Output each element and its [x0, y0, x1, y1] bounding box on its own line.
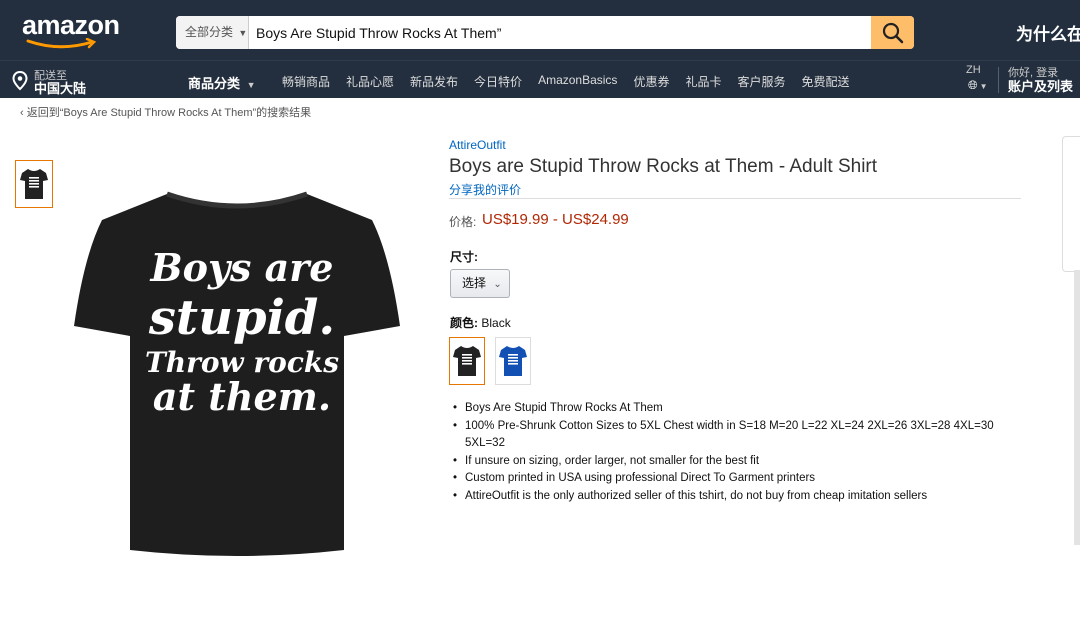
nav-divider: [998, 67, 999, 93]
color-swatch-black[interactable]: [449, 337, 485, 385]
deliver-to-location[interactable]: 配送至 中国大陆: [12, 65, 102, 96]
nav-bar: 配送至 中国大陆 商品分类 ▼ 畅销商品 礼品心愿 新品发布 今日特价 Amaz…: [0, 60, 1080, 98]
breadcrumb[interactable]: ‹ 返回到“Boys Are Stupid Throw Rocks At The…: [20, 104, 311, 120]
nav-link-new-releases[interactable]: 新品发布: [410, 73, 458, 90]
nav-link-amazonbasics[interactable]: AmazonBasics: [538, 73, 617, 90]
deliver-to-region: 中国大陆: [34, 81, 87, 96]
globe-icon[interactable]: 🌐︎ ▼: [968, 78, 988, 93]
search-category-label: 全部分类: [185, 25, 234, 39]
chevron-down-icon: ▼: [246, 80, 256, 90]
size-dropdown[interactable]: 选择 ⌄: [450, 269, 510, 298]
search-icon: [882, 22, 903, 43]
nav-link-gift-cards[interactable]: 礼品卡: [685, 73, 721, 90]
feature-bullet: Custom printed in USA using professional…: [453, 470, 1018, 488]
blue-shirt-swatch-icon: [499, 346, 527, 376]
nav-links: 畅销商品 礼品心愿 新品发布 今日特价 AmazonBasics 优惠券 礼品卡…: [282, 73, 866, 90]
price-range: US$19.99 - US$24.99: [482, 211, 629, 228]
size-dropdown-value: 选择: [462, 276, 487, 290]
location-pin-icon: [12, 71, 28, 91]
product-main-image[interactable]: Boys are stupid. Throw rocks at them.: [72, 186, 402, 562]
account-lists-link[interactable]: 账户及列表: [1008, 76, 1073, 95]
search-category-dropdown[interactable]: 全部分类 ▼: [176, 16, 249, 49]
shirt-text-line-4: at them.: [153, 374, 331, 419]
buy-box-edge: [1062, 136, 1080, 272]
feature-bullet: If unsure on sizing, order larger, not s…: [453, 453, 1018, 471]
nav-link-bestsellers[interactable]: 畅销商品: [282, 73, 330, 90]
nav-link-customer-service[interactable]: 客户服务: [737, 73, 785, 90]
shirt-text-line-1: Boys are: [150, 245, 334, 290]
brand-link[interactable]: AttireOutfit: [449, 138, 506, 152]
product-thumbnail[interactable]: [15, 160, 53, 208]
divider: [449, 198, 1021, 199]
language-label[interactable]: ZH: [966, 64, 981, 76]
header-promo[interactable]: 为什么在: [1016, 20, 1080, 45]
search-bar: 全部分类 ▼: [176, 16, 914, 49]
nav-link-coupons[interactable]: 优惠券: [633, 73, 669, 90]
amazon-smile-icon: [26, 38, 97, 49]
nav-categories-dropdown[interactable]: 商品分类 ▼: [188, 73, 256, 92]
color-label: 颜色:: [450, 316, 478, 330]
color-value: Black: [481, 316, 511, 330]
nav-link-deals[interactable]: 今日特价: [474, 73, 522, 90]
search-button[interactable]: [871, 16, 914, 49]
size-label: 尺寸:: [450, 250, 478, 264]
price-label: 价格:: [449, 215, 477, 229]
feature-bullet: 100% Pre-Shrunk Cotton Sizes to 5XL Ches…: [453, 418, 1018, 453]
search-input[interactable]: [256, 16, 866, 49]
color-swatch-blue[interactable]: [495, 337, 531, 385]
scrollbar[interactable]: [1074, 270, 1080, 545]
feature-bullets: Boys Are Stupid Throw Rocks At Them 100%…: [453, 400, 1018, 505]
shirt-thumbnail-icon: [20, 169, 48, 199]
chevron-down-icon: ▼: [238, 28, 248, 38]
chevron-down-icon: ⌄: [493, 279, 502, 290]
nav-link-wishlist[interactable]: 礼品心愿: [346, 73, 394, 90]
nav-categories-label: 商品分类: [188, 76, 241, 91]
amazon-logo[interactable]: amazon: [22, 10, 120, 41]
product-title: Boys are Stupid Throw Rocks at Them - Ad…: [449, 156, 878, 177]
nav-link-free-shipping[interactable]: 免费配送: [801, 73, 849, 90]
shirt-text-line-2: stupid.: [148, 290, 335, 346]
feature-bullet: AttireOutfit is the only authorized sell…: [453, 488, 1018, 506]
top-header: amazon 全部分类 ▼ 为什么在: [0, 0, 1080, 60]
black-shirt-swatch-icon: [453, 346, 481, 376]
color-row: 颜色: Black: [450, 314, 511, 331]
feature-bullet: Boys Are Stupid Throw Rocks At Them: [453, 400, 1018, 418]
write-review-link[interactable]: 分享我的评价: [449, 181, 521, 198]
